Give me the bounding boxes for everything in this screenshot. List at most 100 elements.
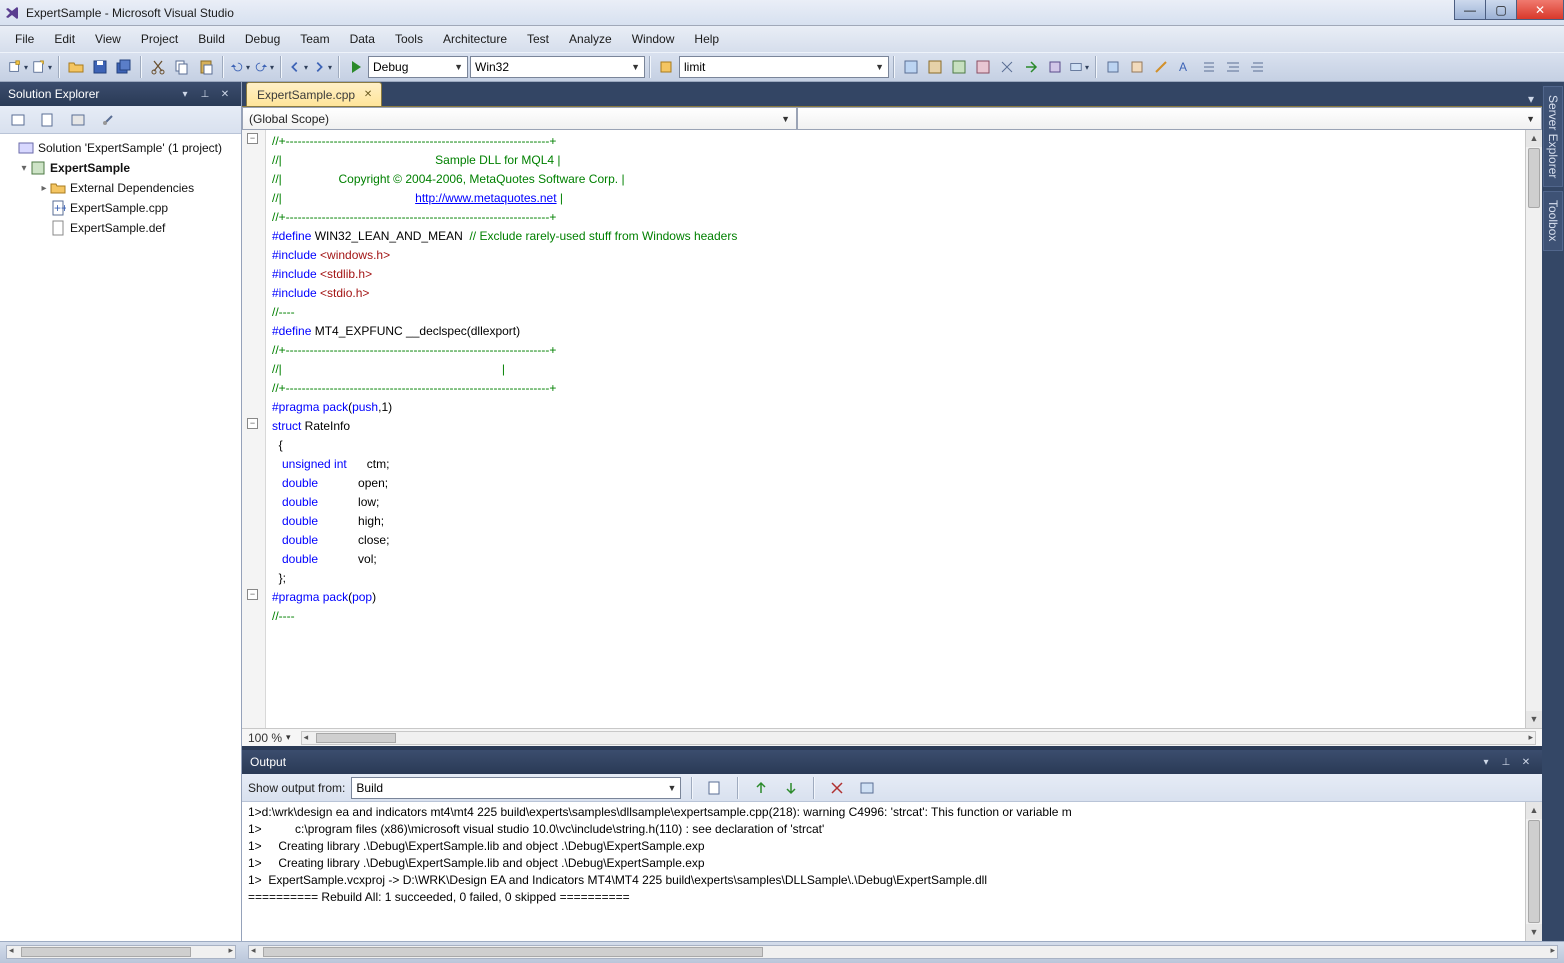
menu-team[interactable]: Team <box>291 29 338 49</box>
menu-debug[interactable]: Debug <box>236 29 289 49</box>
scroll-down-icon[interactable]: ▼ <box>1526 711 1542 728</box>
add-item-button[interactable] <box>31 56 53 78</box>
paste-button[interactable] <box>195 56 217 78</box>
tab-expertsample-cpp[interactable]: ExpertSample.cpp ✕ <box>246 82 382 106</box>
tree-project[interactable]: ▾ ExpertSample <box>2 158 239 178</box>
panel-dropdown-icon[interactable]: ▾ <box>1478 754 1494 770</box>
scroll-down-icon[interactable]: ▼ <box>1526 924 1542 941</box>
copy-button[interactable] <box>171 56 193 78</box>
config-select[interactable]: Debug▼ <box>368 56 468 78</box>
output-text[interactable]: 1>d:\wrk\design ea and indicators mt4\mt… <box>242 802 1542 941</box>
out-btn-1[interactable] <box>704 777 726 799</box>
tb-btn-15[interactable] <box>1246 56 1268 78</box>
nav-fwd-button[interactable] <box>311 56 333 78</box>
menu-data[interactable]: Data <box>341 29 384 49</box>
status-hscroll-right[interactable]: ◂ ▸ <box>248 945 1558 959</box>
editor-vscrollbar[interactable]: ▲ ▼ <box>1525 130 1542 728</box>
tb-btn-4[interactable] <box>972 56 994 78</box>
file-icon <box>50 220 66 236</box>
platform-select[interactable]: Win32▼ <box>470 56 645 78</box>
save-button[interactable] <box>89 56 111 78</box>
tb-btn-11[interactable] <box>1150 56 1172 78</box>
menu-window[interactable]: Window <box>623 29 684 49</box>
tb-btn-12[interactable]: A <box>1174 56 1196 78</box>
output-vscrollbar[interactable]: ▲ ▼ <box>1525 802 1542 941</box>
tb-btn-1[interactable] <box>900 56 922 78</box>
menu-analyze[interactable]: Analyze <box>560 29 621 49</box>
undo-button[interactable] <box>229 56 251 78</box>
se-properties-button[interactable] <box>97 109 119 131</box>
pin-icon[interactable]: ⊥ <box>1498 754 1514 770</box>
tab-close-icon[interactable]: ✕ <box>361 88 375 102</box>
scroll-up-icon[interactable]: ▲ <box>1526 802 1542 819</box>
out-btn-prev[interactable] <box>750 777 772 799</box>
panel-dropdown-icon[interactable]: ▾ <box>177 86 193 102</box>
tb-btn-9[interactable] <box>1102 56 1124 78</box>
tb-btn-14[interactable] <box>1222 56 1244 78</box>
tabs-overflow-icon[interactable]: ▾ <box>1520 92 1542 106</box>
menu-build[interactable]: Build <box>189 29 234 49</box>
hscroll-thumb[interactable] <box>316 733 396 743</box>
find-input[interactable]: limit▼ <box>679 56 889 78</box>
menu-tools[interactable]: Tools <box>386 29 432 49</box>
menu-architecture[interactable]: Architecture <box>434 29 516 49</box>
tb-btn-7[interactable] <box>1044 56 1066 78</box>
tree-solution[interactable]: Solution 'ExpertSample' (1 project) <box>2 138 239 158</box>
panel-close-icon[interactable]: ✕ <box>1518 754 1534 770</box>
menu-view[interactable]: View <box>86 29 130 49</box>
scroll-up-icon[interactable]: ▲ <box>1526 130 1542 147</box>
menu-test[interactable]: Test <box>518 29 558 49</box>
tb-btn-5[interactable] <box>996 56 1018 78</box>
out-btn-clear[interactable] <box>826 777 848 799</box>
output-toolbar: Show output from: Build▼ <box>242 774 1542 802</box>
panel-close-icon[interactable]: ✕ <box>217 86 233 102</box>
tb-btn-3[interactable] <box>948 56 970 78</box>
fold-icon[interactable]: − <box>247 133 258 144</box>
maximize-button[interactable]: ▢ <box>1485 0 1517 20</box>
minimize-button[interactable]: — <box>1454 0 1486 20</box>
se-home-button[interactable] <box>7 109 29 131</box>
save-all-button[interactable] <box>113 56 135 78</box>
scope-dropdown[interactable]: (Global Scope)▼ <box>242 107 797 130</box>
separator-icon <box>737 777 739 799</box>
cut-button[interactable] <box>147 56 169 78</box>
menu-file[interactable]: File <box>6 29 43 49</box>
start-debug-button[interactable] <box>345 56 367 78</box>
tb-btn-13[interactable] <box>1198 56 1220 78</box>
menu-project[interactable]: Project <box>132 29 187 49</box>
pin-icon[interactable]: ⊥ <box>197 86 213 102</box>
scroll-thumb[interactable] <box>1528 148 1540 208</box>
fold-icon[interactable]: − <box>247 418 258 429</box>
redo-button[interactable] <box>253 56 275 78</box>
tree-ext-deps[interactable]: ▸ External Dependencies <box>2 178 239 198</box>
close-button[interactable]: ✕ <box>1516 0 1564 20</box>
out-btn-next[interactable] <box>780 777 802 799</box>
output-source-select[interactable]: Build▼ <box>351 777 681 799</box>
server-explorer-tab[interactable]: Server Explorer <box>1543 86 1563 187</box>
new-project-button[interactable] <box>7 56 29 78</box>
nav-back-button[interactable] <box>287 56 309 78</box>
tb-btn-2[interactable] <box>924 56 946 78</box>
scope-bar: (Global Scope)▼ ▼ <box>242 106 1542 130</box>
out-btn-wrap[interactable] <box>856 777 878 799</box>
tb-btn-10[interactable] <box>1126 56 1148 78</box>
se-showall-button[interactable] <box>67 109 89 131</box>
tree-file-cpp[interactable]: ++ ExpertSample.cpp <box>2 198 239 218</box>
menu-edit[interactable]: Edit <box>45 29 84 49</box>
toolbox-tab[interactable]: Toolbox <box>1543 191 1563 250</box>
tb-btn-8[interactable] <box>1068 56 1090 78</box>
code-content: //+-------------------------------------… <box>272 132 737 626</box>
menu-help[interactable]: Help <box>685 29 728 49</box>
zoom-level[interactable]: 100 % <box>248 731 282 745</box>
editor-hscrollbar[interactable]: ◂ ▸ <box>301 731 1536 745</box>
member-dropdown[interactable]: ▼ <box>797 107 1542 130</box>
scroll-thumb[interactable] <box>1528 820 1540 923</box>
se-refresh-button[interactable] <box>37 109 59 131</box>
find-in-files-button[interactable] <box>656 56 678 78</box>
tree-file-def[interactable]: ExpertSample.def <box>2 218 239 238</box>
fold-icon[interactable]: − <box>247 589 258 600</box>
tb-btn-6[interactable] <box>1020 56 1042 78</box>
open-file-button[interactable] <box>65 56 87 78</box>
status-hscroll-left[interactable]: ◂ ▸ <box>6 945 236 959</box>
code-editor[interactable]: − − − //+-------------------------------… <box>242 130 1542 728</box>
